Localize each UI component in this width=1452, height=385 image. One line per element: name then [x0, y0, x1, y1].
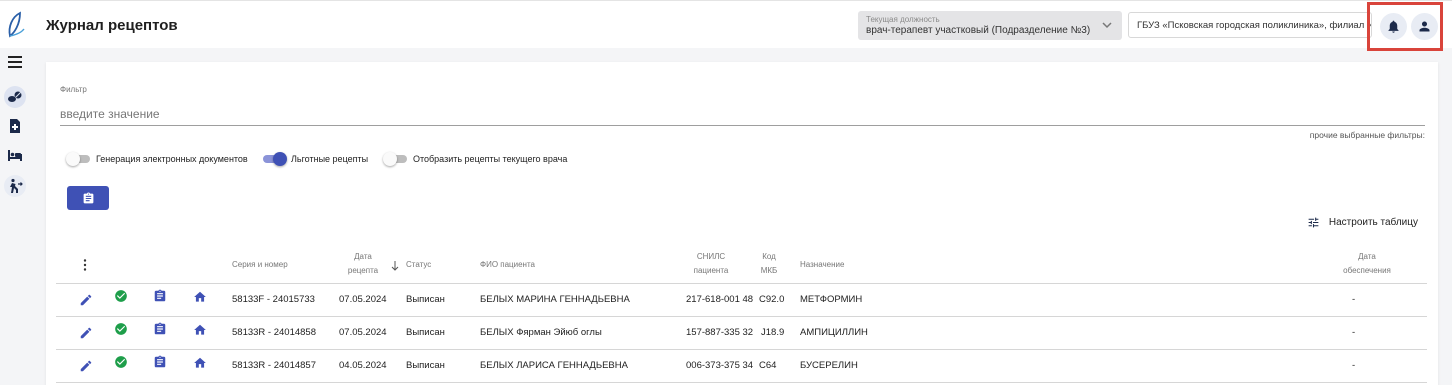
column-header-mkb[interactable]: Код МКБ: [757, 250, 781, 278]
column-header-supply-date[interactable]: Дата обеспечения: [1339, 250, 1395, 278]
bell-icon: [1388, 20, 1399, 33]
cell-date: 04.05.2024: [339, 360, 387, 371]
clipboard-icon[interactable]: [153, 355, 167, 369]
cell-status: Выписан: [406, 327, 445, 338]
column-header-purpose[interactable]: Назначение: [800, 258, 844, 272]
check-circle-icon: [114, 322, 128, 336]
cell-mkb: C92.0: [759, 294, 785, 305]
app-header: Журнал рецептов Текущая должность врач-т…: [0, 0, 1452, 51]
cell-status: Выписан: [406, 360, 445, 371]
person-icon: [1419, 21, 1430, 32]
cell-patient: БЕЛЫХ МАРИНА ГЕННАДЬЕВНА: [480, 294, 630, 305]
page-title: Журнал рецептов: [46, 17, 178, 34]
cell-supply-date: -: [1352, 294, 1356, 305]
prescriptions-card: Фильтр прочие выбранные фильтры: Генерац…: [46, 62, 1438, 385]
more-vert-icon[interactable]: [83, 259, 87, 271]
sidebar-item-prescriptions[interactable]: [4, 86, 26, 108]
column-header-series[interactable]: Серия и номер: [232, 258, 288, 272]
cell-snils: 006-373-375 34: [686, 360, 754, 371]
cell-series: 58133F - 24015733: [232, 294, 315, 305]
clipboard-icon[interactable]: [153, 322, 167, 336]
other-filters-label: прочие выбранные фильтры:: [1309, 130, 1425, 140]
cell-purpose: МЕТФОРМИН: [800, 294, 863, 305]
cell-supply-date: -: [1352, 327, 1356, 338]
app-logo-icon[interactable]: [6, 11, 26, 39]
toggle-current-doctor[interactable]: Отобразить рецепты текущего врача: [383, 152, 567, 166]
cell-purpose: БУСЕРЕЛИН: [800, 360, 858, 371]
filter-label: Фильтр: [60, 85, 87, 94]
organization-value: ГБУЗ «Псковская городская поликлиника», …: [1137, 20, 1372, 31]
toggle-label: Отобразить рецепты текущего врача: [413, 154, 568, 164]
toggle-switch[interactable]: [261, 152, 287, 166]
edit-icon[interactable]: [79, 359, 93, 373]
profile-button[interactable]: [1411, 13, 1438, 40]
chevron-down-icon: [1102, 22, 1112, 29]
report-button[interactable]: [67, 186, 109, 210]
notifications-button[interactable]: [1380, 13, 1407, 40]
walk-icon: [10, 178, 23, 193]
cell-patient: БЕЛЫХ ЛАРИСА ГЕННАДЬЕВНА: [480, 360, 628, 371]
check-circle-icon: [114, 355, 128, 369]
cell-date: 07.05.2024: [339, 294, 387, 305]
tune-icon: [1308, 217, 1319, 228]
column-header-snils[interactable]: СНИЛС пациента: [691, 250, 731, 278]
home-icon[interactable]: [193, 290, 207, 304]
cell-snils: 217-618-001 48: [686, 294, 754, 305]
hamburger-icon: [8, 56, 22, 68]
edit-icon[interactable]: [79, 293, 93, 307]
toggle-label: Генерация электронных документов: [96, 154, 248, 164]
table-row[interactable]: 58133R - 24014858 07.05.2024 Выписан БЕЛ…: [56, 317, 1427, 350]
cell-mkb: J18.9: [761, 327, 785, 338]
bed-icon: [8, 150, 22, 161]
cell-supply-date: -: [1352, 360, 1356, 371]
clipboard-icon: [83, 192, 93, 203]
toggle-generate-documents[interactable]: Генерация электронных документов: [66, 152, 248, 166]
table-row[interactable]: 58133R - 24014857 04.05.2024 Выписан БЕЛ…: [56, 350, 1427, 383]
sort-arrow-down-icon[interactable]: [391, 261, 399, 271]
cell-series: 58133R - 24014857: [232, 360, 316, 371]
pills-icon: [8, 91, 22, 102]
sidebar-item-hospital[interactable]: [4, 144, 26, 166]
menu-button[interactable]: [4, 51, 26, 73]
cell-status: Выписан: [406, 294, 445, 305]
cell-mkb: C64: [759, 360, 777, 371]
sidebar-item-documents[interactable]: [4, 115, 26, 137]
configure-table-button[interactable]: Настроить таблицу: [1307, 216, 1418, 229]
cell-purpose: АМПИЦИЛЛИН: [800, 327, 868, 338]
home-icon[interactable]: [193, 323, 207, 337]
organization-select[interactable]: ГБУЗ «Псковская городская поликлиника», …: [1128, 12, 1372, 38]
cell-patient: БЕЛЫХ Фярман Эйюб оглы: [480, 327, 602, 338]
cell-snils: 157-887-335 32: [686, 327, 754, 338]
filter-input[interactable]: [60, 102, 1425, 126]
position-label: Текущая должность: [866, 15, 940, 24]
header-actions: [1367, 2, 1443, 51]
sidebar-item-transfer[interactable]: [4, 175, 26, 197]
sidebar: [0, 48, 32, 385]
medical-file-icon: [10, 119, 20, 133]
column-header-date[interactable]: Дата рецепта: [345, 250, 381, 278]
cell-series: 58133R - 24014858: [232, 327, 316, 338]
configure-table-label: Настроить таблицу: [1328, 217, 1418, 228]
table-row[interactable]: 58133F - 24015733 07.05.2024 Выписан БЕЛ…: [56, 284, 1427, 317]
column-header-status[interactable]: Статус: [406, 258, 431, 272]
check-circle-icon: [114, 289, 128, 303]
column-header-patient[interactable]: ФИО пациента: [480, 258, 535, 272]
toggle-preferential-prescriptions[interactable]: Льготные рецепты: [261, 152, 368, 166]
home-icon[interactable]: [193, 356, 207, 370]
toggle-label: Льготные рецепты: [291, 154, 369, 164]
clipboard-icon[interactable]: [153, 289, 167, 303]
current-position-select[interactable]: Текущая должность врач-терапевт участков…: [858, 11, 1122, 40]
toggle-switch[interactable]: [66, 152, 92, 166]
toggle-switch[interactable]: [383, 152, 409, 166]
position-value: врач-терапевт участковый (Подразделение …: [866, 25, 1091, 36]
cell-date: 07.05.2024: [339, 327, 387, 338]
edit-icon[interactable]: [79, 326, 93, 340]
